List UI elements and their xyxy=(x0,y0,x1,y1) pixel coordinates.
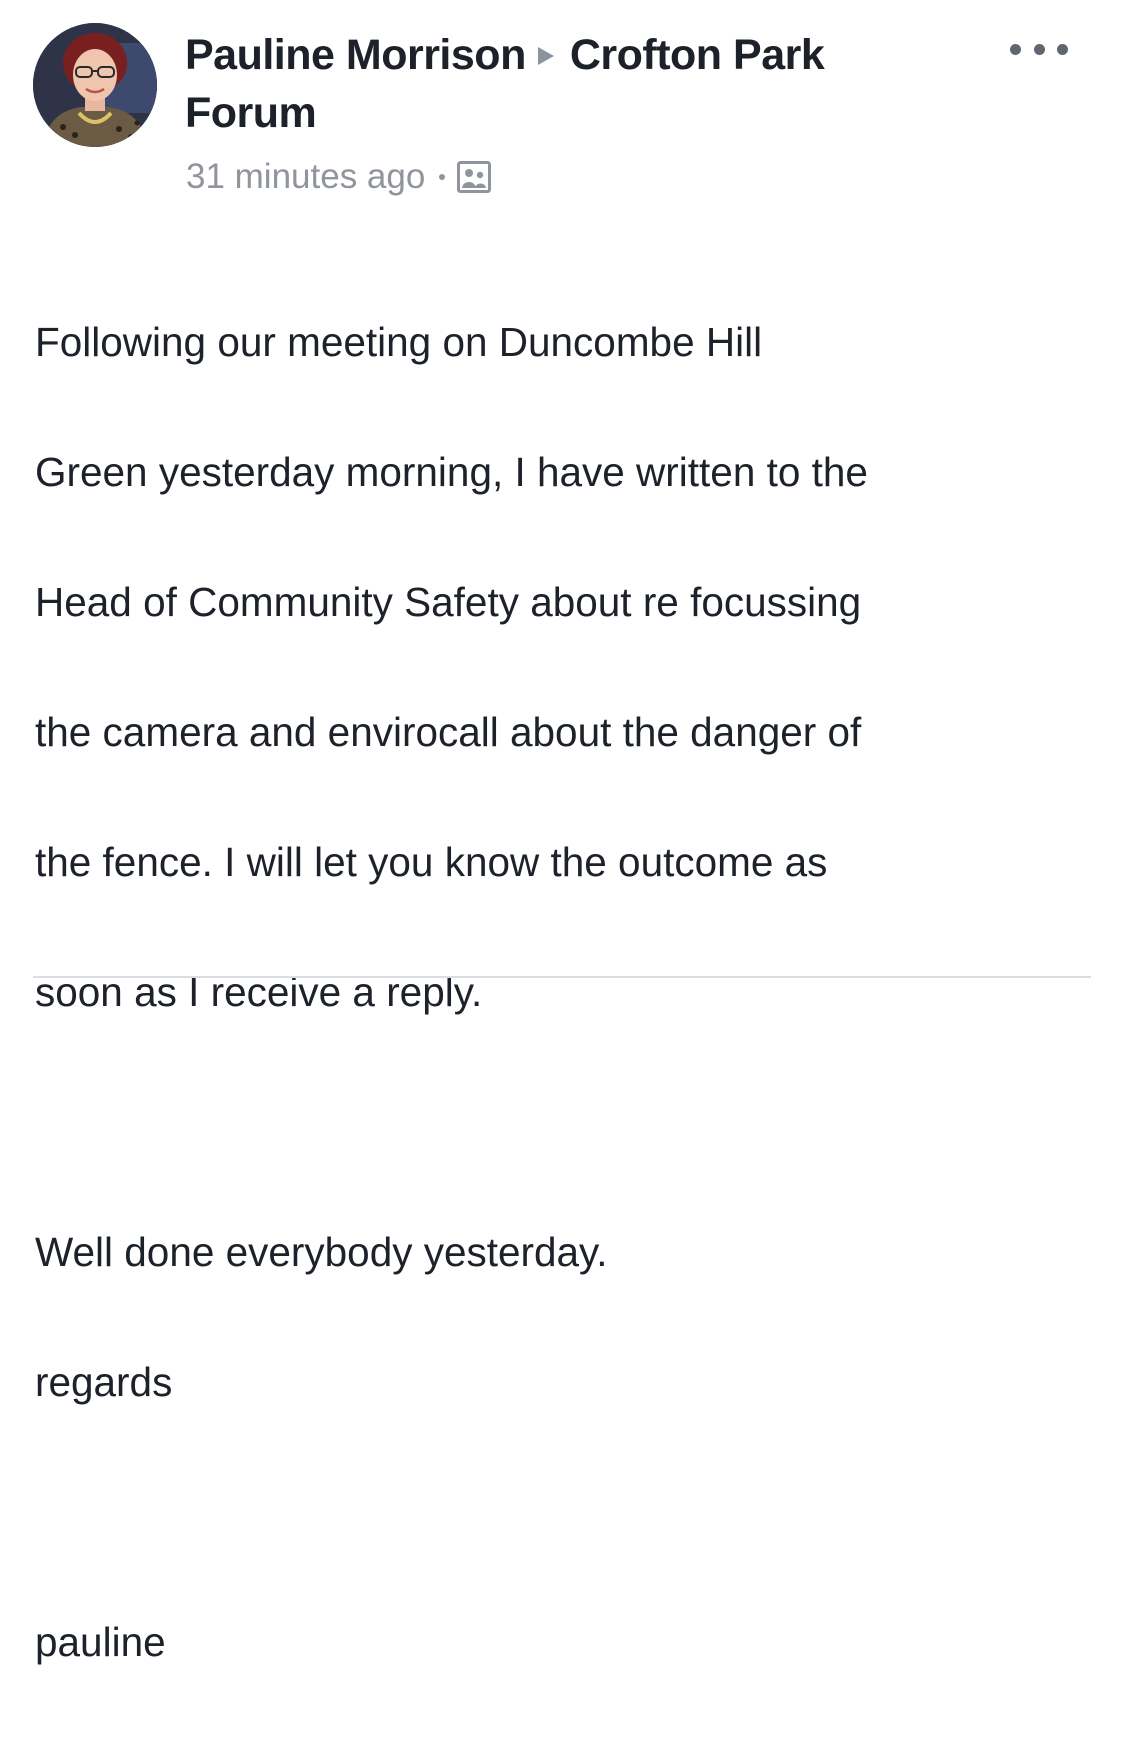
feed-post: Pauline Morrison Crofton Park Forum 31 mi… xyxy=(0,0,1125,1665)
more-options-button[interactable] xyxy=(1010,38,1068,60)
more-options-icon-dot xyxy=(1057,43,1068,55)
post-timestamp[interactable]: 31 minutes ago xyxy=(186,154,425,200)
author-name-link[interactable]: Pauline Morrison xyxy=(185,31,526,79)
post-body-line xyxy=(35,1480,1095,1545)
group-audience-icon xyxy=(457,161,492,193)
post-body-line: soon as I receive a reply. xyxy=(35,969,483,1015)
post-body-line: the camera and envirocall about the dang… xyxy=(35,709,862,755)
more-options-icon-dot xyxy=(1033,43,1045,55)
post-body-line: pauline xyxy=(35,1619,166,1665)
post-body-line xyxy=(35,1090,1095,1155)
avatar[interactable] xyxy=(33,23,157,147)
post-body-line: regards xyxy=(35,1359,173,1405)
post-header: Pauline Morrison Crofton Park Forum xyxy=(185,26,965,142)
post-body-line: Green yesterday morning, I have written … xyxy=(35,449,868,495)
avatar-photo xyxy=(33,23,157,147)
post-body-line: Well done everybody yesterday. xyxy=(35,1229,608,1275)
post-body: Following our meeting on Duncombe Hill G… xyxy=(35,245,1095,1740)
arrow-right-icon xyxy=(537,47,554,65)
post-body-line: Following our meeting on Duncombe Hill xyxy=(35,319,763,365)
post-body-line: Head of Community Safety about re focuss… xyxy=(35,579,862,625)
post-body-line: the fence. I will let you know the outco… xyxy=(35,839,828,885)
separator-dot xyxy=(439,174,446,180)
divider xyxy=(33,976,1091,978)
post-meta: 31 minutes ago xyxy=(186,154,492,200)
more-options-icon-dot xyxy=(1010,43,1021,55)
